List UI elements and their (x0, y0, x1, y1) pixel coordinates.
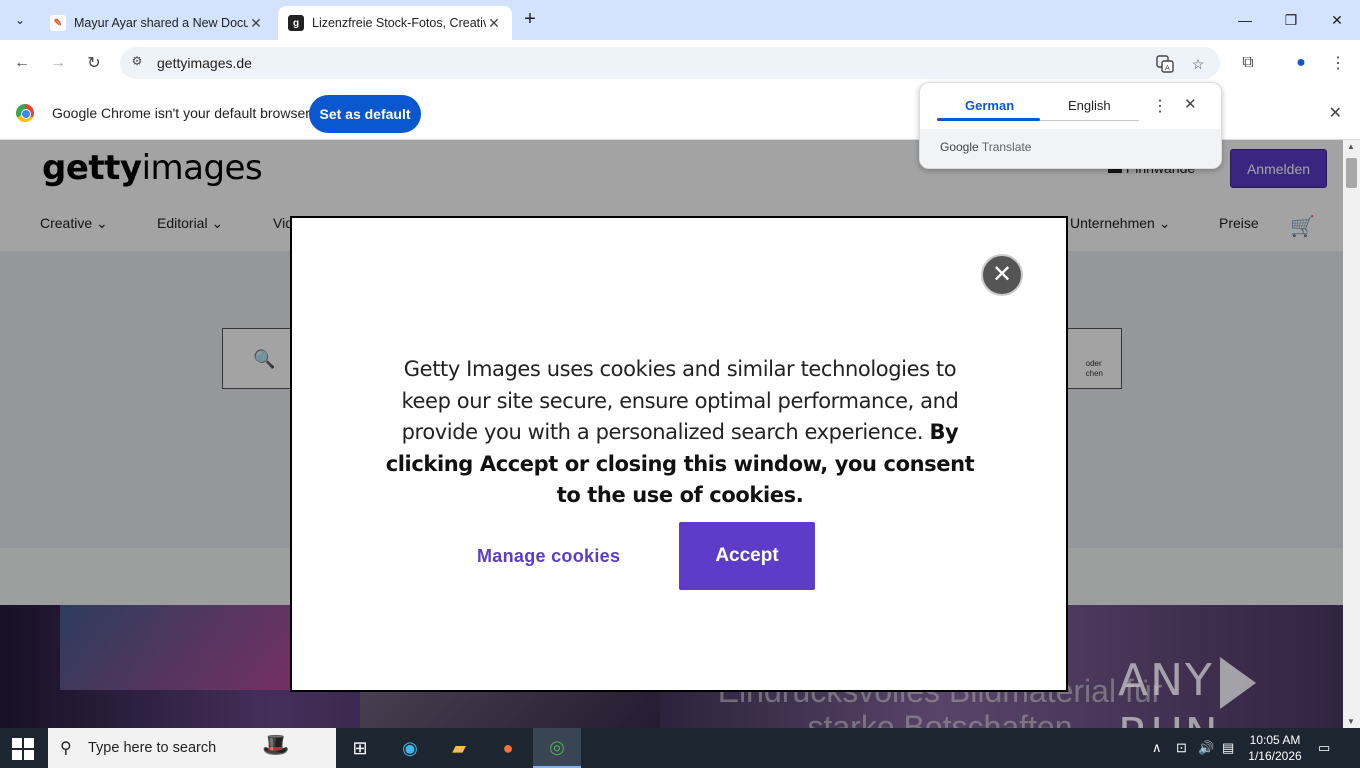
notifications-icon[interactable]: ▭ (1318, 740, 1330, 756)
tab-docu[interactable]: ✎ Mayur Ayar shared a New Docu ✕ (40, 6, 274, 40)
close-icon[interactable]: ✕ (981, 254, 1023, 296)
search-placeholder[interactable]: Type here to search (88, 740, 216, 756)
windows-taskbar: ⚲ Type here to search 🎩 ⊞ ◉ ▰ ● ◎ ∧ ⊡ 🔊 … (0, 728, 1360, 768)
infobar-message: Google Chrome isn't your default browser (52, 105, 310, 121)
menu-dots-icon[interactable]: ⋮ (1326, 51, 1350, 75)
tab-title: Lizenzfreie Stock-Fotos, Creativ (312, 16, 486, 30)
page-scrollbar[interactable]: ▲ ▼ (1343, 140, 1360, 728)
chrome-logo-icon (16, 104, 34, 122)
edge-icon[interactable]: ◉ (386, 728, 434, 768)
star-icon[interactable]: ☆ (1187, 53, 1209, 75)
plus-icon[interactable]: + (518, 8, 542, 32)
play-icon (1219, 657, 1256, 709)
close-window-icon[interactable]: ✕ (1314, 0, 1360, 40)
clock-date: 1/16/2026 (1248, 749, 1302, 763)
translate-popup: German English ⋮ ✕ Google Translate (919, 82, 1222, 169)
translate-icon[interactable]: A (1154, 53, 1176, 75)
windows-start-icon[interactable] (12, 738, 34, 760)
taskbar-clock[interactable]: 10:05 AM 1/16/2026 (1242, 732, 1308, 764)
tab-search-icon[interactable]: ⌄ (8, 8, 32, 32)
google-translate-brand: Google Translate (940, 140, 1032, 154)
cookie-consent-dialog: ✕ Getty Images uses cookies and similar … (290, 216, 1068, 692)
manage-cookies-button[interactable]: Manage cookies (477, 546, 620, 567)
site-info-icon[interactable]: ⚙ (128, 54, 146, 72)
search-highlight-icon: 🎩 (262, 732, 290, 757)
cookie-message: Getty Images uses cookies and similar te… (385, 357, 975, 507)
svg-text:A: A (1165, 64, 1170, 72)
accept-button[interactable]: Accept (679, 522, 815, 590)
language-tab-english[interactable]: English (1068, 98, 1111, 113)
tab-title: Mayur Ayar shared a New Docu (74, 16, 248, 30)
profile-icon[interactable]: ● (1289, 51, 1313, 75)
browser-toolbar: ← → ↻ ⚙ gettyimages.de A ☆ ⧉ ● ⋮ (0, 40, 1360, 86)
language-tab-german[interactable]: German (965, 98, 1014, 113)
address-bar[interactable]: ⚙ gettyimages.de A ☆ (120, 47, 1220, 79)
clock-time: 10:05 AM (1249, 733, 1301, 747)
tab-getty[interactable]: g Lizenzfreie Stock-Fotos, Creativ ✕ (278, 6, 512, 40)
keyboard-icon[interactable]: ▤ (1222, 740, 1234, 756)
menu-dots-icon[interactable]: ⋮ (1152, 96, 1168, 116)
reload-icon[interactable]: ↻ (81, 50, 107, 76)
chevron-up-icon[interactable]: ∧ (1152, 740, 1162, 756)
back-icon[interactable]: ← (9, 50, 35, 76)
close-icon[interactable]: ✕ (486, 15, 502, 32)
close-icon[interactable]: ✕ (248, 15, 264, 32)
chrome-icon[interactable]: ◎ (533, 728, 581, 768)
tab-strip: ⌄ ✎ Mayur Ayar shared a New Docu ✕ g Liz… (0, 0, 1360, 40)
maximize-icon[interactable]: ❐ (1268, 0, 1314, 40)
scroll-up-icon[interactable]: ▲ (1347, 142, 1355, 151)
getty-favicon-icon: g (288, 15, 304, 31)
selected-tab-indicator (937, 118, 1040, 121)
minimize-icon[interactable]: — (1222, 0, 1268, 40)
close-icon[interactable]: ✕ (1329, 103, 1342, 123)
scroll-thumb[interactable] (1346, 158, 1357, 188)
url-text[interactable]: gettyimages.de (157, 55, 252, 71)
taskbar-search[interactable]: ⚲ Type here to search 🎩 (48, 728, 336, 768)
firefox-icon[interactable]: ● (484, 728, 532, 768)
close-icon[interactable]: ✕ (1184, 95, 1197, 113)
translate-footer: Google Translate (920, 129, 1221, 168)
file-explorer-icon[interactable]: ▰ (435, 728, 483, 768)
docu-favicon-icon: ✎ (50, 15, 66, 31)
extensions-icon[interactable]: ⧉ (1236, 51, 1260, 75)
search-icon: ⚲ (60, 740, 72, 757)
web-page: gettyimages ▬ Pinnwände Anmelden Creativ… (0, 140, 1343, 728)
network-icon[interactable]: ⊡ (1176, 740, 1187, 756)
forward-icon[interactable]: → (45, 50, 71, 76)
set-default-button[interactable]: Set as default (309, 95, 421, 133)
task-view-icon[interactable]: ⊞ (336, 728, 384, 768)
volume-icon[interactable]: 🔊 (1198, 740, 1214, 756)
